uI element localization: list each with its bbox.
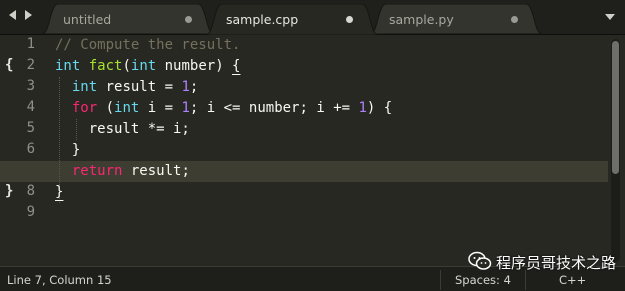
code-token-plain: result *= i; (55, 121, 190, 137)
line-number: 2 (26, 57, 35, 73)
cursor-position-status: Line 7, Column 15 (7, 273, 112, 287)
code-token-type: int (130, 58, 157, 74)
code-token-plain: } (55, 142, 81, 158)
code-token-plain: i = (139, 100, 182, 116)
code-token-brace: { (232, 58, 241, 74)
line-number: 6 (26, 141, 35, 157)
gutter-line: 5 (0, 119, 45, 140)
next-tab-arrow-icon[interactable] (25, 10, 32, 20)
gutter-line: 6 (0, 140, 45, 161)
line-number: 5 (26, 120, 35, 136)
code-token-plain: ) { (366, 100, 393, 116)
code-line[interactable]: result *= i; (55, 119, 190, 140)
code-line[interactable]: int result = 1; (55, 77, 198, 98)
code-token-keyword: for (71, 100, 98, 116)
syntax-status[interactable]: C++ (559, 273, 586, 287)
status-divider (525, 270, 526, 290)
line-number: 8 (26, 183, 35, 199)
gutter-line: 9 (0, 203, 45, 224)
tab-label: sample.py (389, 12, 454, 27)
tab-close-dot-icon[interactable] (511, 16, 518, 23)
code-line[interactable]: } (55, 182, 63, 203)
tab-untitled[interactable]: untitled (42, 4, 214, 34)
code-token-type: int (71, 79, 98, 95)
status-divider (440, 270, 441, 290)
code-token-brace: } (55, 184, 64, 200)
code-token-plain: result = (97, 79, 182, 95)
code-line[interactable]: } (55, 140, 80, 161)
code-token-number: 1 (358, 100, 367, 116)
fold-close-marker-icon[interactable]: } (5, 183, 13, 199)
fold-open-marker-icon[interactable]: { (5, 57, 13, 73)
line-number: 9 (26, 204, 35, 220)
vertical-scrollbar[interactable] (611, 39, 620, 262)
gutter-line: 4 (0, 98, 45, 119)
wechat-logo-icon (468, 251, 492, 270)
tab-menu-dropdown-icon[interactable] (605, 14, 615, 20)
previous-tab-arrow-icon[interactable] (9, 10, 16, 20)
watermark-text: 程序员哥技术之路 (496, 254, 617, 272)
code-token-type: int (114, 100, 140, 116)
code-token-comment: // Compute the result. (55, 37, 241, 53)
tab-label: sample.cpp (226, 12, 299, 27)
tab-bar: untitled sample.py sample.cpp (0, 0, 625, 35)
line-number: 3 (26, 78, 35, 94)
gutter-line: } 8 (0, 182, 45, 203)
code-token-plain: ( (122, 58, 131, 74)
tab-close-dot-icon[interactable] (185, 16, 192, 23)
code-token-number: 1 (181, 100, 190, 116)
code-token-type: int (55, 58, 81, 74)
code-line[interactable]: for (int i = 1; i <= number; i += 1) { (55, 98, 392, 119)
code-token-number: 1 (181, 79, 190, 95)
code-token-plain: ( (97, 100, 115, 116)
line-number: 1 (26, 36, 35, 52)
code-line[interactable]: return result; (55, 161, 190, 182)
code-token-plain: result; (122, 163, 190, 179)
code-editor[interactable]: 1 { 2 3 4 5 6 7 } 8 (0, 35, 625, 266)
tab-sample-cpp[interactable]: sample.cpp (206, 4, 378, 35)
code-line[interactable]: int fact(int number) { (55, 56, 240, 77)
gutter-line: { 2 (0, 56, 45, 77)
gutter-line: 3 (0, 77, 45, 98)
indentation-status[interactable]: Spaces: 4 (455, 273, 511, 287)
code-token-plain: ; (189, 79, 199, 95)
code-token-keyword: return (71, 163, 123, 179)
code-token-plain: ; i <= number; i += (189, 100, 359, 116)
code-token-func: fact (88, 58, 123, 74)
gutter-line: 1 (0, 35, 45, 56)
line-number-gutter: 1 { 2 3 4 5 6 7 } 8 (0, 35, 45, 266)
scrollbar-thumb[interactable] (612, 41, 619, 174)
code-text-area[interactable]: // Compute the result. int fact(int numbe… (0, 35, 608, 266)
code-token-plain: number) (156, 58, 233, 74)
code-line[interactable]: // Compute the result. (55, 35, 240, 56)
line-number: 4 (26, 99, 35, 115)
editor-window: untitled sample.py sample.cpp 1 {2 3 4 … (0, 0, 625, 291)
tab-label: untitled (63, 12, 112, 27)
tab-close-dot-icon[interactable] (346, 16, 353, 23)
tab-sample-py[interactable]: sample.py (370, 4, 542, 34)
